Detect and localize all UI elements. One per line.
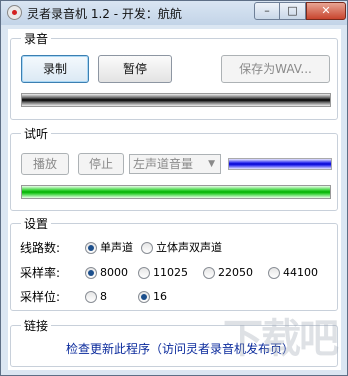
bits-16-radio[interactable]: 16 [138, 289, 178, 305]
window-title: 灵者录音机 1.2 - 开发：航航 [27, 7, 182, 21]
minimize-button[interactable]: – [254, 2, 280, 20]
rate-11025-label: 11025 [153, 266, 188, 279]
bits-8-label: 8 [100, 290, 107, 303]
stop-button[interactable]: 停止 [78, 153, 124, 175]
watermark: 下载吧 [223, 316, 339, 362]
link-group-title: 链接 [21, 317, 52, 334]
play-button[interactable]: 播放 [21, 153, 69, 175]
stereo-label: 立体声双声道 [156, 241, 222, 254]
bits-16-label: 16 [153, 290, 167, 303]
radio-checked-icon [85, 242, 97, 254]
playback-level-meter [228, 158, 332, 170]
mono-radio[interactable]: 单声道 [85, 240, 145, 256]
pause-button[interactable]: 暂停 [98, 55, 172, 83]
rate-22050-label: 22050 [218, 266, 253, 279]
record-group-title: 录音 [21, 30, 52, 47]
playback-progress-meter [21, 185, 331, 199]
channels-label: 线路数: [20, 241, 61, 255]
radio-icon [268, 267, 280, 279]
app-window: 灵者录音机 1.2 - 开发：航航 – □ ✕ 录音 录制 暂停 保存为WAV.… [0, 0, 348, 376]
channel-volume-value: 左声道音量 [133, 157, 194, 171]
radio-icon [138, 267, 150, 279]
close-button[interactable]: ✕ [306, 2, 346, 20]
radio-icon [203, 267, 215, 279]
mono-label: 单声道 [100, 241, 133, 254]
rate-11025-radio[interactable]: 11025 [138, 265, 193, 281]
record-button[interactable]: 录制 [21, 55, 89, 83]
record-level-meter [21, 93, 331, 107]
channel-volume-select[interactable]: 左声道音量 ▼ [129, 154, 221, 174]
rate-22050-radio[interactable]: 22050 [203, 265, 258, 281]
sample-rate-label: 采样率: [20, 266, 61, 280]
rate-8000-radio[interactable]: 8000 [85, 265, 135, 281]
settings-group-title: 设置 [21, 215, 52, 232]
stereo-radio[interactable]: 立体声双声道 [141, 240, 261, 256]
maximize-button[interactable]: □ [280, 2, 306, 20]
bits-8-radio[interactable]: 8 [85, 289, 125, 305]
title-bar: 灵者录音机 1.2 - 开发：航航 – □ ✕ [1, 1, 347, 25]
save-wav-button[interactable]: 保存为WAV... [221, 55, 330, 83]
record-app-icon [7, 5, 22, 20]
chevron-down-icon: ▼ [208, 159, 215, 169]
radio-checked-icon [85, 267, 97, 279]
rate-44100-radio[interactable]: 44100 [268, 265, 323, 281]
listen-group-title: 试听 [21, 125, 52, 142]
client-area: 录音 录制 暂停 保存为WAV... 试听 播放 停止 左声道音量 ▼ 设置 线… [8, 29, 341, 370]
radio-icon [85, 291, 97, 303]
rate-44100-label: 44100 [283, 266, 318, 279]
radio-checked-icon [138, 291, 150, 303]
radio-icon [141, 242, 153, 254]
sample-bits-label: 采样位: [20, 290, 61, 304]
rate-8000-label: 8000 [100, 266, 128, 279]
